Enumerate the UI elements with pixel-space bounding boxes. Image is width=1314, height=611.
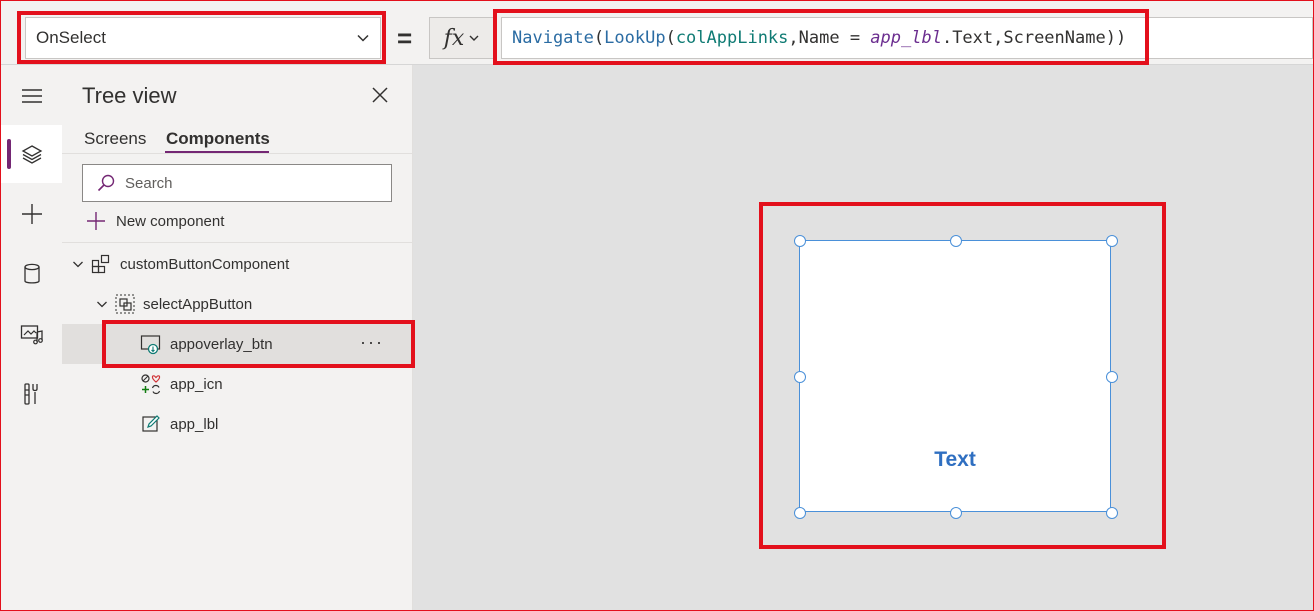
component-preview[interactable]: Text [799,240,1111,512]
plus-icon [21,204,42,224]
formula-token: LookUp [604,28,666,48]
resize-handle-top-right[interactable] [1106,235,1118,247]
rail-data-button[interactable] [1,245,62,303]
chevron-down-icon[interactable] [96,298,108,310]
resize-handle-right[interactable] [1106,371,1118,383]
tree-item-custom-button-component[interactable]: customButtonComponent [62,244,412,284]
fx-button[interactable]: fx [429,17,495,59]
resize-handle-bottom-left[interactable] [794,507,806,519]
resize-handle-bottom-right[interactable] [1106,507,1118,519]
formula-token: Navigate [512,28,594,48]
hamburger-menu-button[interactable] [1,67,62,125]
close-icon[interactable] [370,85,390,105]
resize-handle-left[interactable] [794,371,806,383]
tree-item-label: customButtonComponent [120,255,290,273]
new-component-label: New component [116,212,225,230]
tree-item-label: app_icn [170,375,223,393]
tree-item-app-lbl[interactable]: app_lbl [62,404,412,444]
formula-token: app_lbl [870,28,942,48]
chevron-down-icon [357,34,369,42]
resize-handle-bottom[interactable] [950,507,962,519]
tree-item-label: selectAppButton [143,295,253,313]
rail-insert-button[interactable] [1,185,62,243]
tree-item-label: appoverlay_btn [170,335,273,353]
fx-icon: fx [443,25,465,51]
component-icon [90,253,112,275]
rail-tools-button[interactable] [1,365,62,423]
rail-tree-view-button[interactable] [1,125,62,183]
resize-handle-top[interactable] [950,235,962,247]
property-dropdown[interactable]: OnSelect [25,17,381,59]
list-divider [62,242,412,243]
group-icon [114,293,136,315]
layers-icon [21,145,42,164]
tree-view-title: Tree view [82,83,177,108]
rail-media-button[interactable] [1,305,62,363]
formula-token: ,Name = [788,28,871,48]
new-component-button[interactable]: New component [86,211,224,231]
icons-control-icon [140,373,162,395]
tab-components[interactable]: Components [166,129,270,149]
tree-item-app-icn[interactable]: app_icn [62,364,412,404]
tools-icon [23,383,38,405]
tree-view-panel: Tree view Screens Components New compone… [62,65,413,610]
database-icon [23,263,40,284]
tab-screens[interactable]: Screens [84,129,146,149]
left-rail [1,65,63,610]
search-input[interactable] [123,173,367,193]
plus-icon [87,212,105,230]
label-edit-icon [140,413,162,435]
tabs-divider [62,153,412,154]
equals-sign: = [397,23,413,53]
more-options-button[interactable]: ··· [360,332,384,353]
resize-handle-top-left[interactable] [794,235,806,247]
search-icon [97,174,115,192]
button-icon [140,333,162,355]
formula-token: colAppLinks [675,28,789,48]
tree-item-select-app-button[interactable]: selectAppButton [62,284,412,324]
formula-token: ( [593,28,605,48]
chevron-down-icon [469,35,479,41]
tree-item-appoverlay-btn[interactable]: appoverlay_btn ··· [62,324,412,364]
search-box[interactable] [82,164,392,202]
tree-item-label: app_lbl [170,415,219,433]
property-value: OnSelect [36,28,106,47]
formula-input[interactable]: Navigate(LookUp(colAppLinks,Name = app_l… [501,17,1313,59]
formula-token: ( [665,28,676,48]
hamburger-icon [21,89,42,103]
formula-bar: OnSelect = fx Navigate(LookUp(colAppLink… [1,1,1313,65]
media-icon [20,325,43,345]
formula-token: .Text,ScreenName)) [941,28,1127,48]
chevron-down-icon[interactable] [72,258,84,270]
app-label-text: Text [934,448,976,471]
